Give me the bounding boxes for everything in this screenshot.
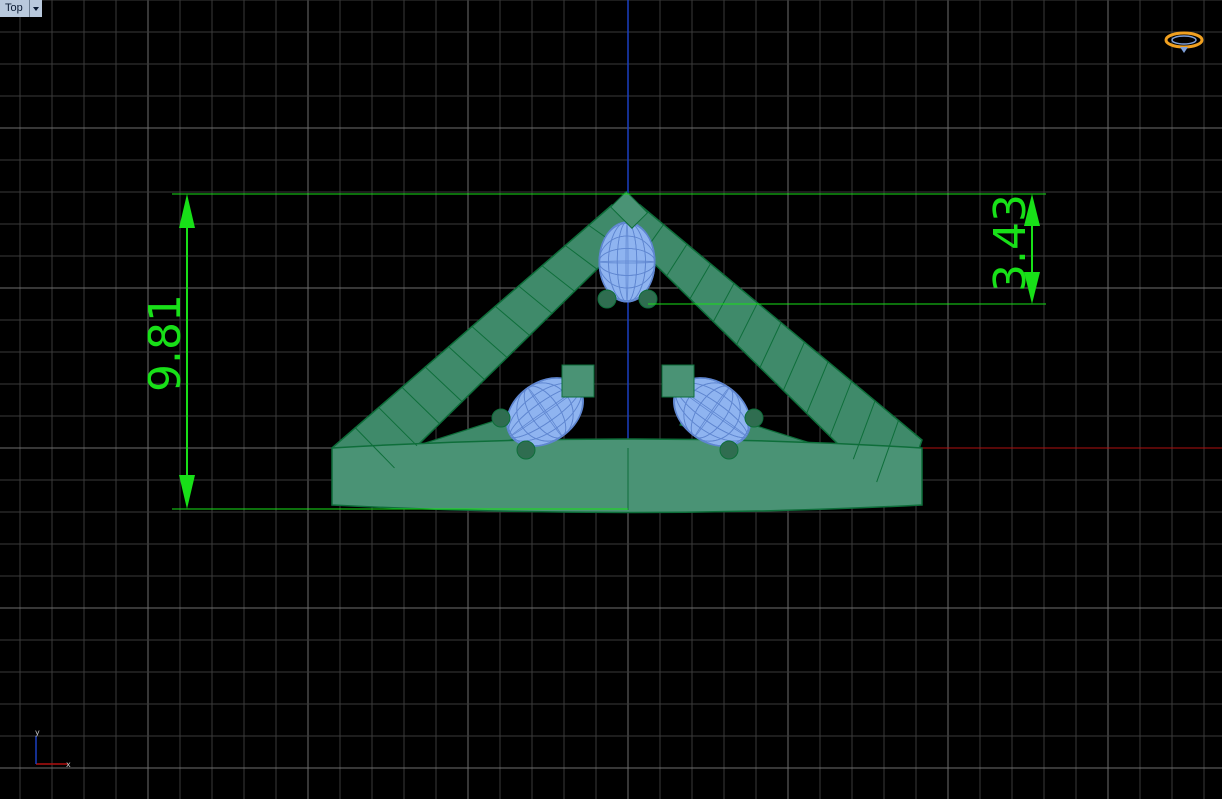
- ring-band[interactable]: [331, 438, 923, 514]
- bead-top-left[interactable]: [597, 289, 617, 309]
- bead-left-a[interactable]: [491, 408, 511, 428]
- bead-top-right[interactable]: [638, 289, 658, 309]
- bead-right-a[interactable]: [744, 408, 764, 428]
- viewport-name-label[interactable]: Top: [0, 0, 30, 17]
- viewport-title-tab[interactable]: Top: [0, 0, 42, 17]
- viewport-canvas[interactable]: 9.81 3.43 x y: [0, 0, 1222, 799]
- rhino-top-viewport[interactable]: 9.81 3.43 x y Top: [0, 0, 1222, 799]
- dimension-3-43-label: 3.43: [985, 194, 1036, 292]
- gumball-orbit-icon[interactable]: [1164, 31, 1204, 53]
- dimension-9-81-label: 9.81: [140, 294, 191, 392]
- viewport-menu-dropdown[interactable]: [29, 0, 42, 17]
- prong-left[interactable]: [561, 364, 595, 398]
- world-axes-icon: x y: [35, 728, 71, 769]
- axis-x-label: x: [66, 760, 71, 769]
- bead-left-b[interactable]: [516, 440, 536, 460]
- axis-y-label: y: [35, 728, 40, 737]
- prong-right[interactable]: [661, 364, 695, 398]
- construction-grid: [0, 0, 1222, 799]
- bead-right-b[interactable]: [719, 440, 739, 460]
- chevron-down-icon: [32, 6, 39, 11]
